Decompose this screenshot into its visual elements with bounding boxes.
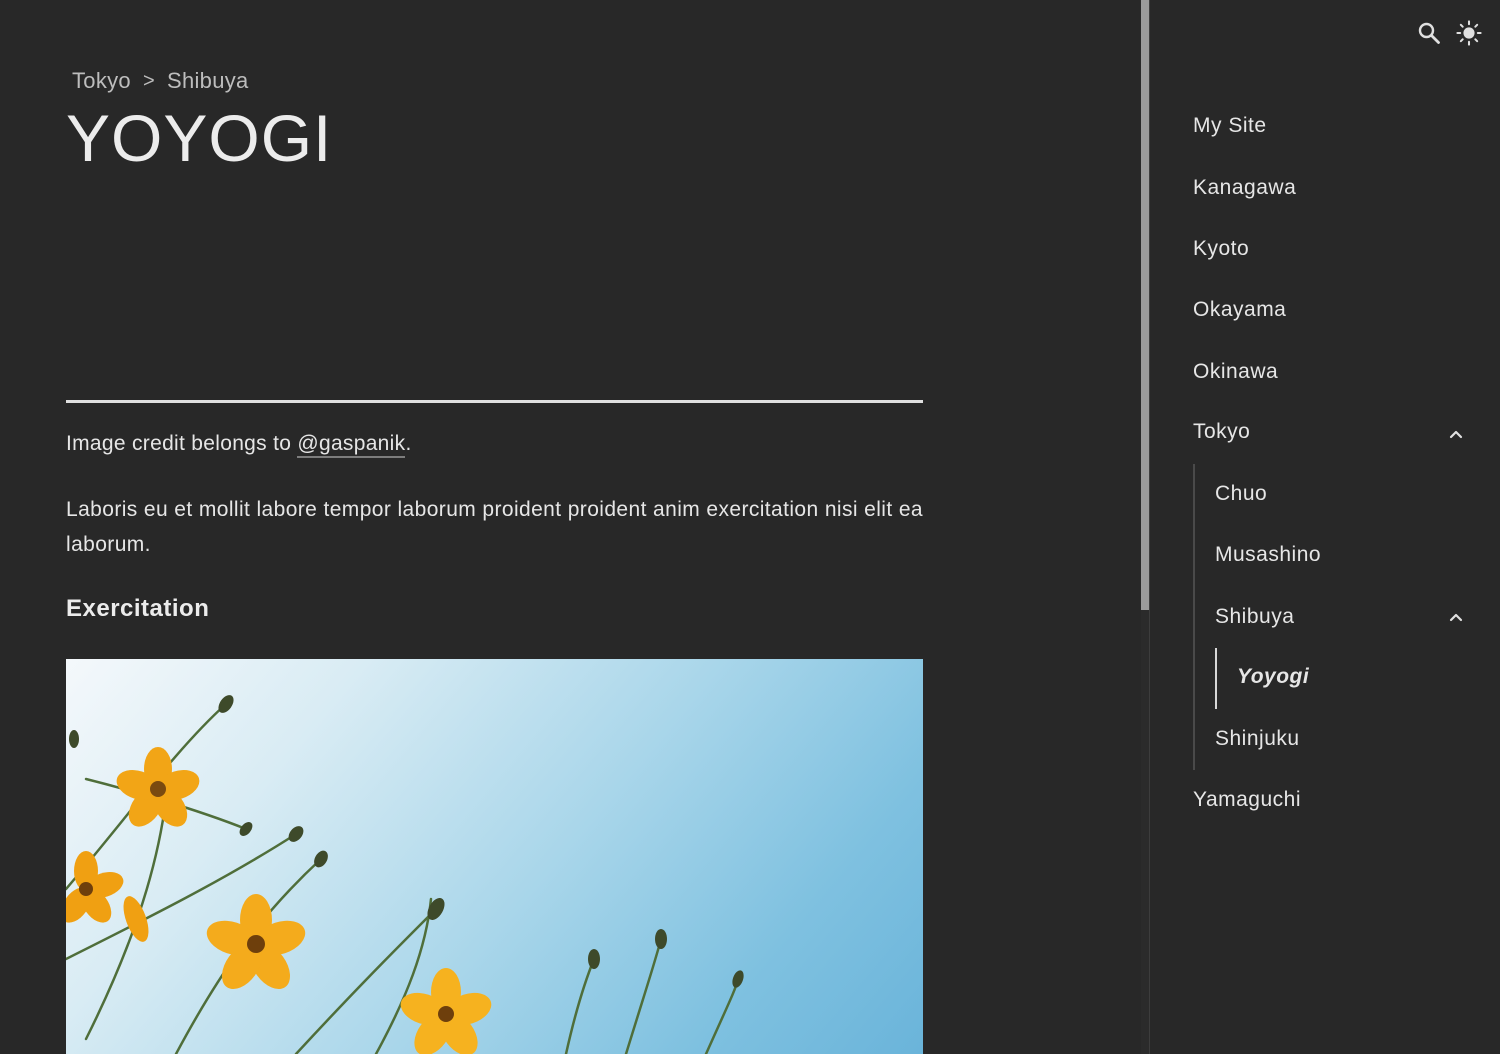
- image-credit: Image credit belongs to @gaspanik.: [66, 432, 412, 458]
- sidebar-item-kyoto[interactable]: Kyoto: [1193, 237, 1249, 261]
- main-content: Tokyo > Shibuya YOYOGI Image credit belo…: [0, 0, 1141, 1054]
- sidebar-item-musashino[interactable]: Musashino: [1215, 543, 1321, 567]
- horizontal-rule: [66, 400, 923, 403]
- breadcrumb: Tokyo > Shibuya: [72, 68, 249, 94]
- breadcrumb-separator: >: [142, 69, 155, 92]
- chevron-up-icon[interactable]: [1448, 426, 1464, 442]
- active-item-indicator: [1215, 648, 1217, 709]
- search-button[interactable]: [1416, 18, 1442, 48]
- sidebar-item-shibuya[interactable]: Shibuya: [1215, 605, 1294, 629]
- sidebar-item-okinawa[interactable]: Okinawa: [1193, 360, 1278, 384]
- sidebar-item-okayama[interactable]: Okayama: [1193, 298, 1286, 322]
- sidebar-item-shinjuku[interactable]: Shinjuku: [1215, 727, 1300, 751]
- sidebar-item-kanagawa[interactable]: Kanagawa: [1193, 176, 1296, 200]
- sun-icon: [1456, 20, 1482, 46]
- sidebar-item-chuo[interactable]: Chuo: [1215, 482, 1267, 506]
- chevron-up-icon[interactable]: [1448, 609, 1464, 625]
- credit-prefix: Image credit belongs to: [66, 432, 298, 455]
- toolbar: [1416, 18, 1482, 48]
- body-paragraph: Laboris eu et mollit labore tempor labor…: [66, 498, 923, 556]
- sidebar-item-tokyo[interactable]: Tokyo: [1193, 420, 1250, 444]
- search-icon: [1418, 22, 1440, 44]
- flowers-illustration: [66, 695, 744, 1054]
- sidebar: My Site Kanagawa Kyoto Okayama Okinawa T…: [1150, 0, 1500, 1054]
- hero-image: [66, 659, 923, 1054]
- theme-toggle-button[interactable]: [1456, 18, 1482, 48]
- sidebar-item-yamaguchi[interactable]: Yamaguchi: [1193, 788, 1301, 812]
- breadcrumb-item-tokyo[interactable]: Tokyo: [72, 68, 131, 94]
- breadcrumb-item-shibuya[interactable]: Shibuya: [167, 68, 249, 94]
- page: Tokyo > Shibuya YOYOGI Image credit belo…: [0, 0, 1500, 1054]
- sidebar-item-my-site[interactable]: My Site: [1193, 114, 1267, 138]
- page-title: YOYOGI: [66, 101, 333, 175]
- credit-suffix: .: [405, 432, 412, 455]
- tokyo-children-guide: [1193, 464, 1195, 770]
- sidebar-item-yoyogi[interactable]: Yoyogi: [1237, 665, 1309, 689]
- section-heading: Exercitation: [66, 595, 210, 622]
- credit-link[interactable]: @gaspanik: [297, 432, 406, 458]
